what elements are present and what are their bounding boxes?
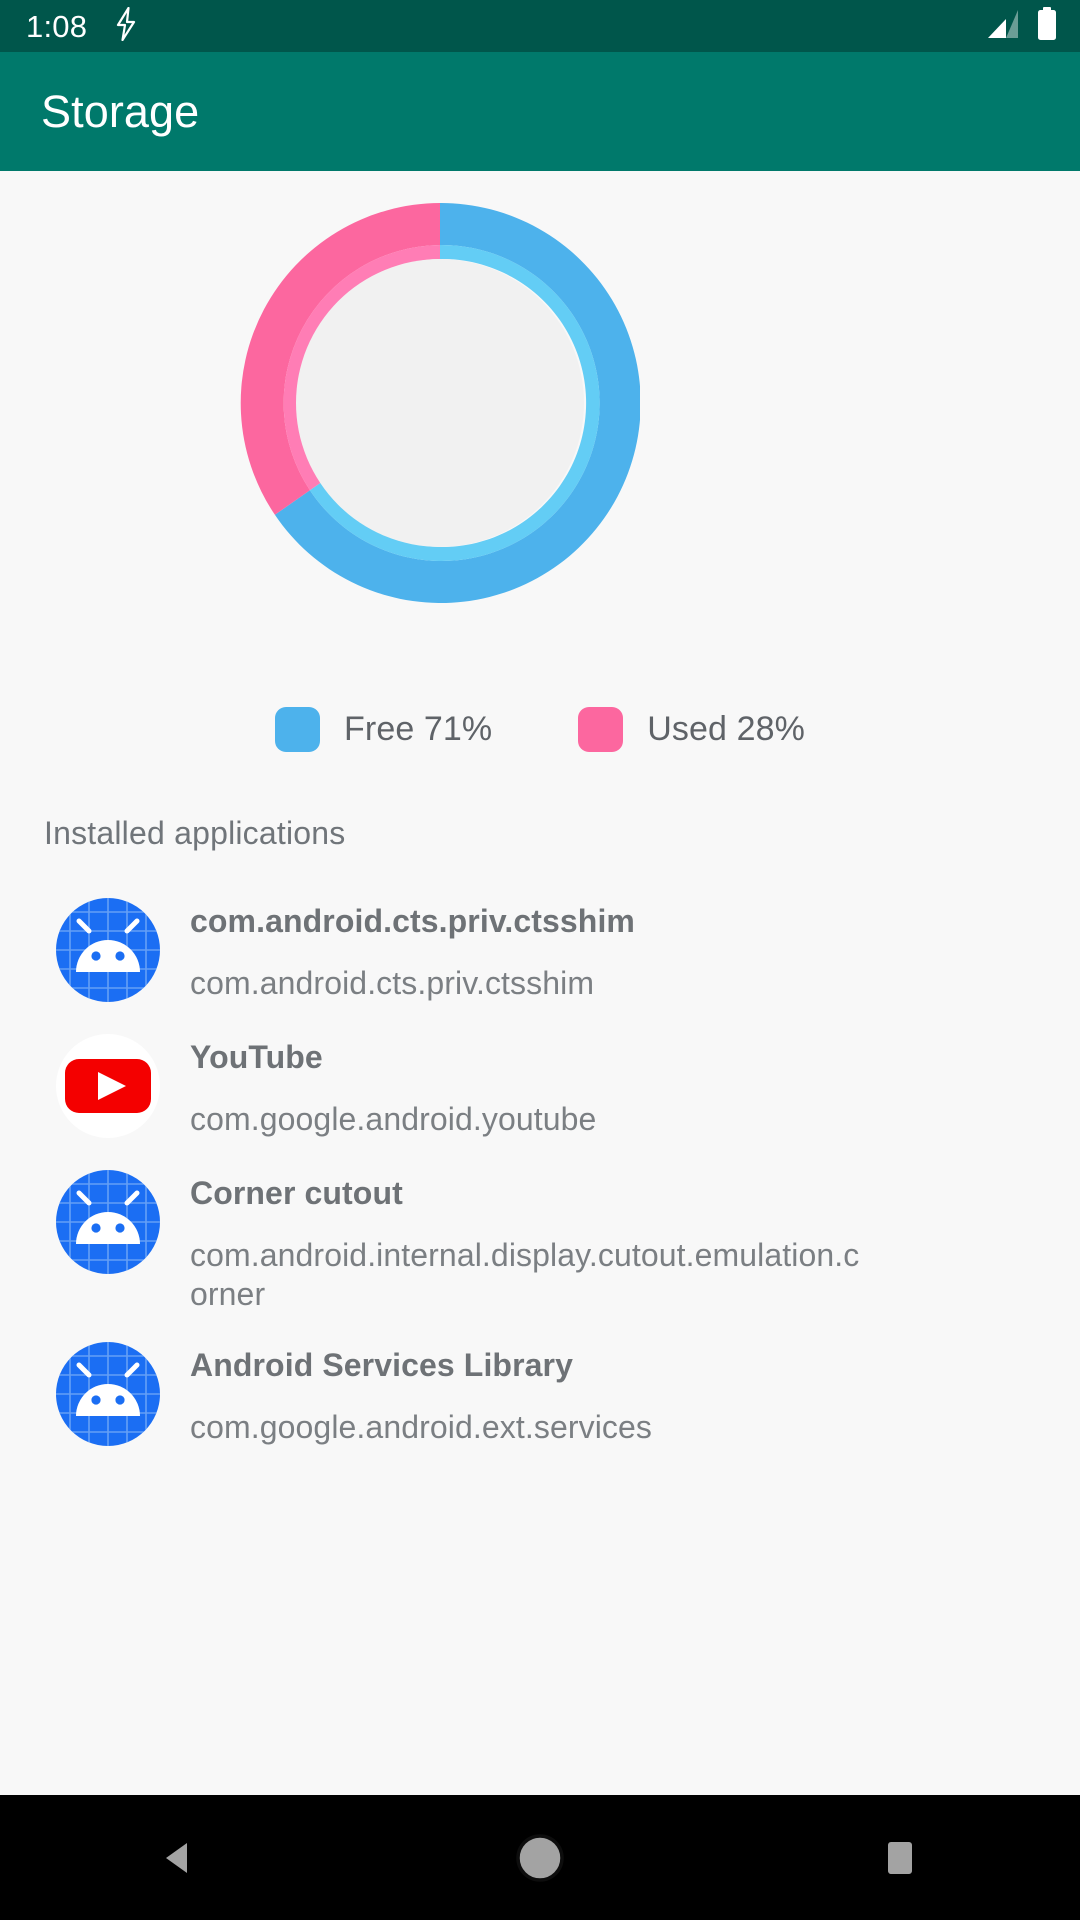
legend-item-used: Used 28%	[578, 706, 805, 752]
app-name: Android Services Library	[190, 1347, 573, 1384]
status-bar: 1:08	[0, 0, 1080, 52]
legend-swatch-used	[578, 706, 624, 752]
home-circle-icon	[516, 1833, 564, 1882]
legend-label-used: Used 28%	[647, 709, 805, 748]
status-bar-right	[984, 6, 1058, 46]
app-package: com.google.android.ext.services	[190, 1409, 653, 1446]
status-bar-left: 1:08	[26, 6, 139, 46]
battery-icon	[1036, 6, 1058, 46]
list-item-text: YouTube com.google.android.youtube	[190, 1030, 1050, 1139]
app-name: YouTube	[190, 1039, 323, 1075]
back-triangle-icon	[166, 1842, 187, 1873]
android-default-icon	[52, 1338, 164, 1450]
list-item[interactable]: YouTube com.google.android.youtube	[0, 1018, 1080, 1154]
list-item[interactable]: Corner cutout com.android.internal.displ…	[0, 1154, 1080, 1326]
installed-applications-header: Installed applications	[44, 815, 346, 851]
list-item-text: com.android.cts.priv.ctsshim com.android…	[190, 894, 1050, 1003]
android-default-icon	[52, 894, 164, 1006]
navigation-bar	[0, 1795, 1080, 1920]
app-bar: Storage	[0, 52, 1080, 171]
signal-icon	[984, 8, 1020, 45]
nav-back-button[interactable]	[100, 1795, 260, 1920]
page-title: Storage	[41, 85, 200, 137]
list-item-text: Android Services Library com.google.andr…	[190, 1338, 1050, 1447]
app-package: com.android.cts.priv.ctsshim	[190, 964, 595, 1001]
bolt-icon	[113, 6, 139, 46]
storage-chart	[0, 171, 1080, 671]
app-name: Corner cutout	[190, 1175, 403, 1211]
android-screen: 1:08 Storage Free 71% Used 28% Installed…	[0, 0, 1080, 1920]
recents-square-icon	[888, 1841, 912, 1874]
installed-applications-list: com.android.cts.priv.ctsshim com.android…	[0, 882, 1080, 1462]
status-clock: 1:08	[26, 8, 88, 44]
storage-donut-chart	[240, 203, 640, 603]
list-item[interactable]: com.android.cts.priv.ctsshim com.android…	[0, 882, 1080, 1018]
youtube-icon	[52, 1030, 164, 1142]
app-package: com.google.android.youtube	[190, 1100, 597, 1137]
app-package: com.android.internal.display.cutout.emul…	[190, 1236, 860, 1313]
list-item-text: Corner cutout com.android.internal.displ…	[190, 1166, 1050, 1314]
nav-home-button[interactable]	[460, 1795, 620, 1920]
legend-swatch-free	[275, 706, 321, 752]
app-name: com.android.cts.priv.ctsshim	[190, 903, 635, 939]
legend-label-free: Free 71%	[344, 709, 493, 748]
content-scroll-area[interactable]: Free 71% Used 28% Installed applications	[0, 171, 1080, 1795]
legend-item-free: Free 71%	[275, 706, 493, 752]
chart-legend: Free 71% Used 28%	[0, 699, 1080, 759]
donut-svg	[240, 203, 640, 603]
nav-recents-button[interactable]	[820, 1795, 980, 1920]
donut-center-hole	[296, 259, 584, 547]
android-default-icon	[52, 1166, 164, 1278]
list-item[interactable]: Android Services Library com.google.andr…	[0, 1326, 1080, 1462]
